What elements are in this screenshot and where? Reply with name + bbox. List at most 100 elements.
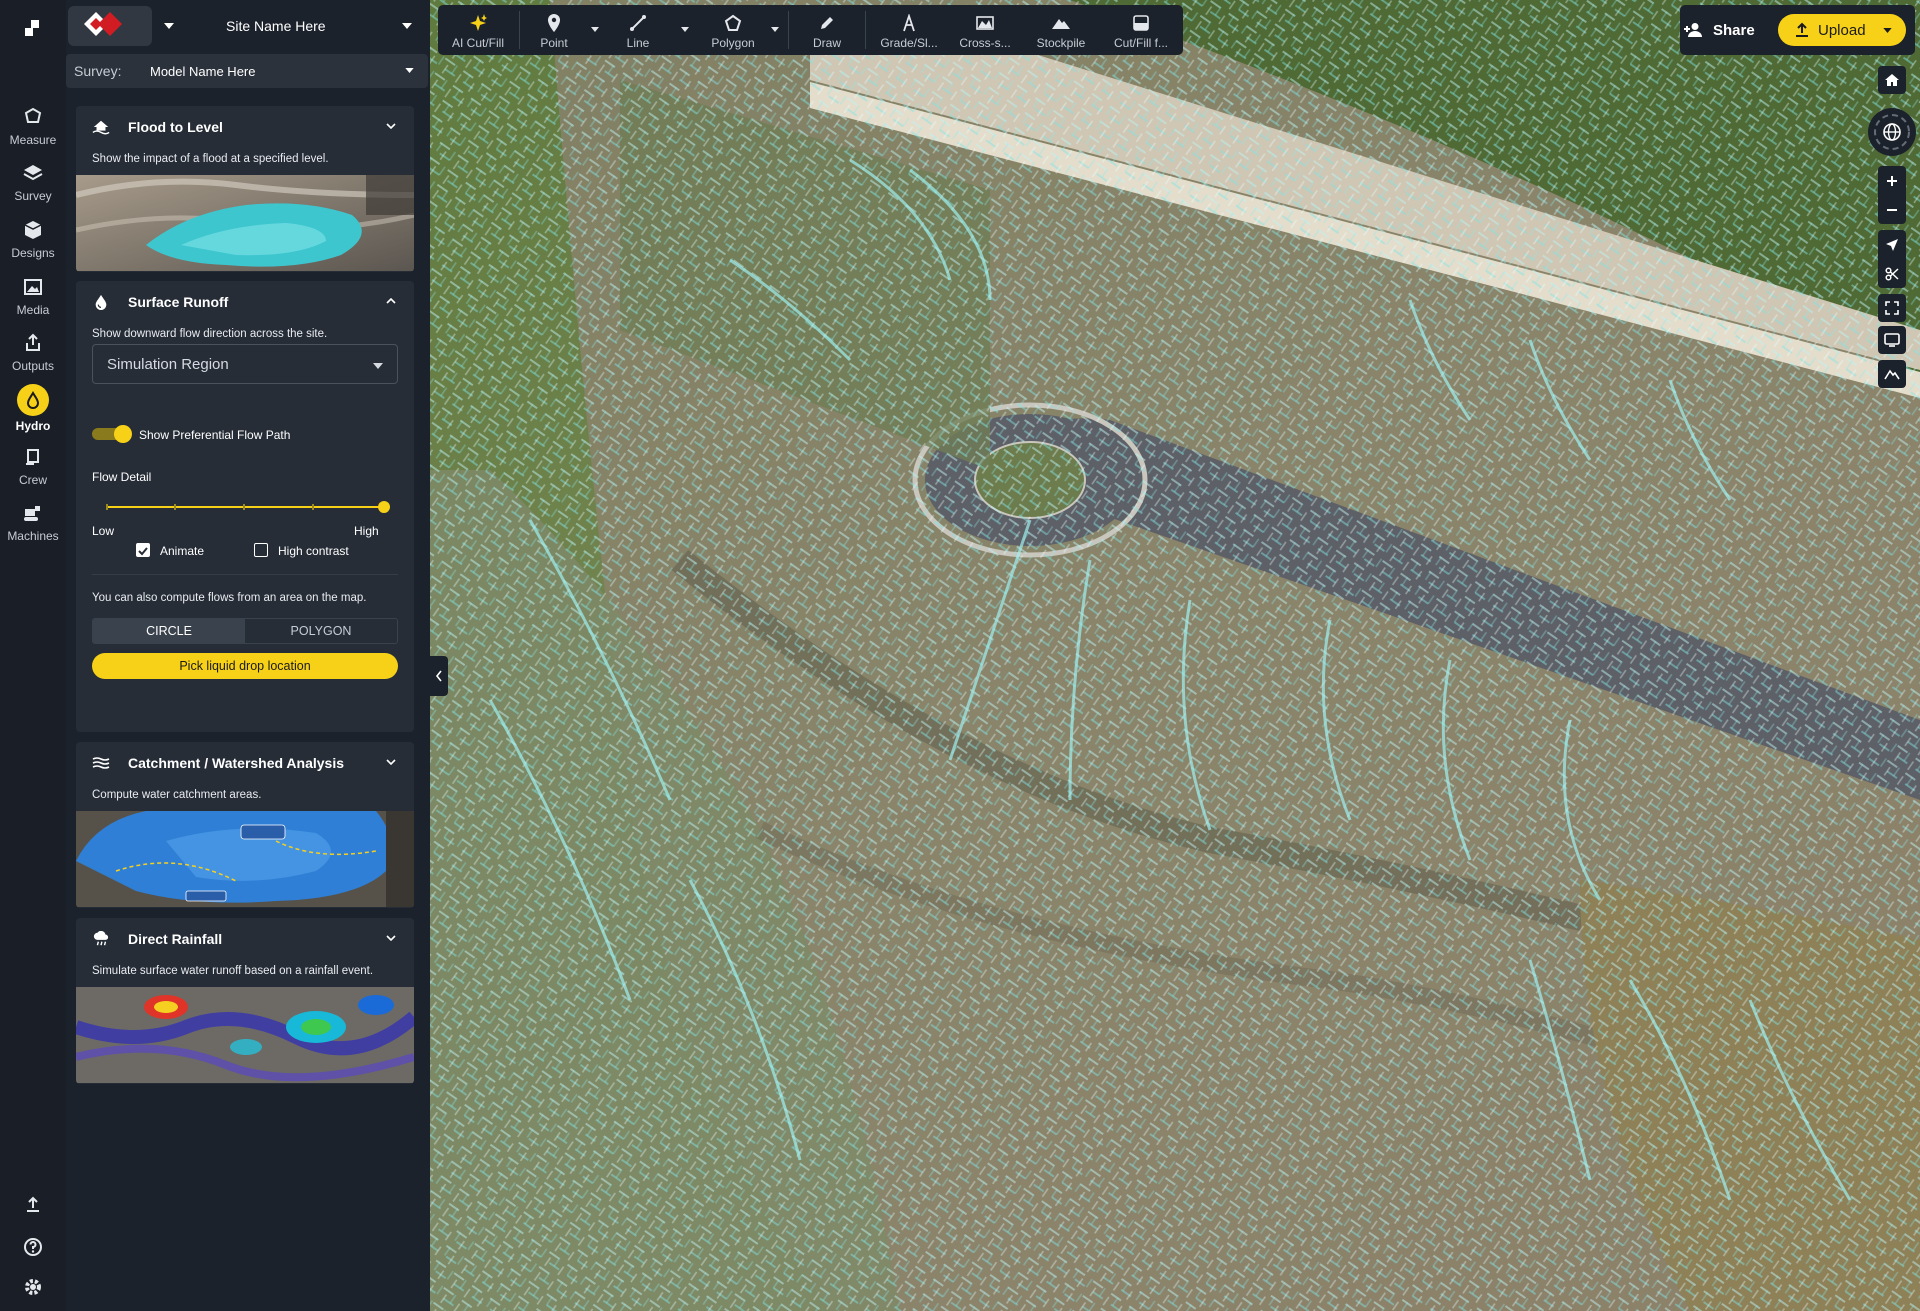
slider-low-label: Low — [92, 524, 115, 538]
tool-ai-cut-fill[interactable]: AI Cut/Fill — [438, 5, 518, 55]
fly-mode-button[interactable] — [1878, 230, 1906, 259]
card-header-flood[interactable]: Flood to Level — [76, 106, 414, 146]
screenshot-button[interactable] — [1878, 326, 1906, 354]
zoom-in-button[interactable] — [1878, 166, 1906, 195]
terrain-map — [430, 0, 1920, 1311]
upload-icon — [1796, 22, 1808, 37]
flight-tools — [1878, 230, 1906, 288]
rain-cloud-icon — [93, 931, 109, 946]
tool-polygon[interactable]: Polygon — [693, 5, 773, 55]
card-description: Simulate surface water runoff based on a… — [92, 965, 374, 977]
left-rail: Measure Survey Designs Media Outputs Hyd… — [0, 0, 66, 1311]
survey-selector[interactable]: Survey: Model Name Here — [66, 54, 428, 88]
plane-icon — [1886, 238, 1898, 251]
image-icon — [20, 274, 46, 300]
upload-rail-button[interactable] — [18, 1190, 48, 1220]
tool-line[interactable]: Line — [603, 5, 673, 55]
polygon-options-chevron-icon[interactable] — [771, 27, 779, 32]
plus-icon — [1887, 175, 1897, 186]
rail-item-label: Machines — [7, 529, 59, 543]
settings-button[interactable] — [18, 1272, 48, 1302]
cross-section-icon — [975, 13, 995, 33]
card-title: Direct Rainfall — [128, 931, 223, 947]
clip-tool-button[interactable] — [1878, 259, 1906, 288]
card-header-rainfall[interactable]: Direct Rainfall — [76, 918, 414, 958]
upload-button[interactable]: Upload — [1778, 14, 1906, 46]
chevron-down-icon — [386, 935, 396, 941]
simulation-region-select[interactable]: Simulation Region — [92, 344, 398, 384]
rail-item-designs[interactable]: Designs — [0, 217, 66, 269]
seg-polygon-button[interactable]: POLYGON — [245, 619, 397, 643]
compass-button[interactable] — [1868, 108, 1916, 156]
tool-label: AI Cut/Fill — [451, 36, 504, 50]
share-button[interactable]: Share — [1683, 14, 1763, 46]
animate-label: Animate — [160, 544, 205, 558]
collapse-panel-button[interactable] — [430, 656, 448, 696]
app-window: Measure Survey Designs Media Outputs Hyd… — [0, 0, 1920, 1311]
pencil-icon — [817, 13, 837, 33]
flow-detail-slider[interactable] — [106, 500, 390, 514]
tool-label: Draw — [812, 36, 841, 50]
survey-label: Survey: — [74, 63, 122, 79]
rail-item-survey[interactable]: Survey — [0, 160, 66, 212]
point-options-chevron-icon[interactable] — [591, 27, 599, 32]
rail-item-measure[interactable]: Measure — [0, 104, 66, 156]
rail-item-label: Survey — [14, 189, 52, 203]
rail-item-crew[interactable]: Crew — [0, 444, 66, 496]
tool-stockpile[interactable]: Stockpile — [1024, 5, 1098, 55]
tool-cross-section[interactable]: Cross-s... — [950, 5, 1020, 55]
monitor-icon — [1884, 333, 1900, 347]
tool-cut-fill[interactable]: Cut/Fill f... — [1102, 5, 1180, 55]
share-label: Share — [1713, 21, 1755, 39]
crew-icon — [20, 444, 46, 470]
rail-item-media[interactable]: Media — [0, 274, 66, 326]
minus-icon — [1887, 208, 1897, 211]
high-contrast-checkbox[interactable] — [254, 543, 268, 557]
rail-item-label: Measure — [9, 133, 57, 147]
preferential-flow-toggle[interactable] — [92, 425, 132, 443]
slider-tick — [243, 504, 245, 510]
rail-item-label: Crew — [18, 473, 47, 487]
rail-item-hydro[interactable]: Hydro — [0, 384, 66, 436]
chevron-down-icon — [1883, 28, 1892, 33]
app-logo-icon[interactable] — [22, 18, 42, 38]
rainfall-preview-image — [76, 987, 414, 1083]
site-selector[interactable]: Site Name Here — [171, 6, 426, 46]
zoom-out-button[interactable] — [1878, 195, 1906, 224]
animate-checkbox[interactable] — [136, 543, 150, 557]
terrain-button[interactable] — [1878, 360, 1906, 388]
tool-grade-slope[interactable]: Grade/Sl... — [868, 5, 950, 55]
toolbar-divider — [519, 11, 520, 49]
home-view-button[interactable] — [1878, 66, 1906, 94]
card-header-runoff[interactable]: Surface Runoff — [76, 281, 414, 321]
toolbar-divider — [788, 11, 789, 49]
area-compute-hint: You can also compute flows from an area … — [92, 592, 367, 604]
map-toolbar: AI Cut/Fill Point Line Polygon Draw Grad… — [438, 5, 1183, 55]
fullscreen-button[interactable] — [1878, 294, 1906, 322]
help-button[interactable] — [18, 1232, 48, 1262]
card-direct-rainfall: Direct Rainfall Simulate surface water r… — [76, 918, 414, 1084]
map-viewport[interactable] — [430, 0, 1920, 1311]
line-options-chevron-icon[interactable] — [681, 27, 689, 32]
tool-point[interactable]: Point — [522, 5, 586, 55]
card-header-catchment[interactable]: Catchment / Watershed Analysis — [76, 742, 414, 782]
toggle-knob — [114, 425, 132, 443]
chevron-left-icon — [435, 670, 442, 682]
upload-label: Upload — [1818, 21, 1866, 39]
shape-segmented-control: CIRCLE POLYGON — [92, 618, 398, 644]
divider — [92, 574, 398, 575]
pick-liquid-drop-button[interactable]: Pick liquid drop location — [92, 653, 398, 679]
card-title: Surface Runoff — [128, 294, 229, 310]
rail-item-label: Designs — [11, 246, 55, 260]
tool-draw[interactable]: Draw — [792, 5, 862, 55]
slider-thumb[interactable] — [378, 501, 390, 513]
stockpile-icon — [1051, 13, 1071, 33]
water-drop-icon — [95, 294, 107, 310]
seg-circle-button[interactable]: CIRCLE — [93, 619, 245, 643]
slider-tick — [106, 504, 108, 510]
company-logo-menu[interactable] — [66, 6, 174, 46]
rail-item-machines[interactable]: Machines — [0, 500, 66, 552]
slider-tick — [312, 504, 314, 510]
flood-preview-image — [76, 175, 414, 271]
rail-item-outputs[interactable]: Outputs — [0, 330, 66, 382]
